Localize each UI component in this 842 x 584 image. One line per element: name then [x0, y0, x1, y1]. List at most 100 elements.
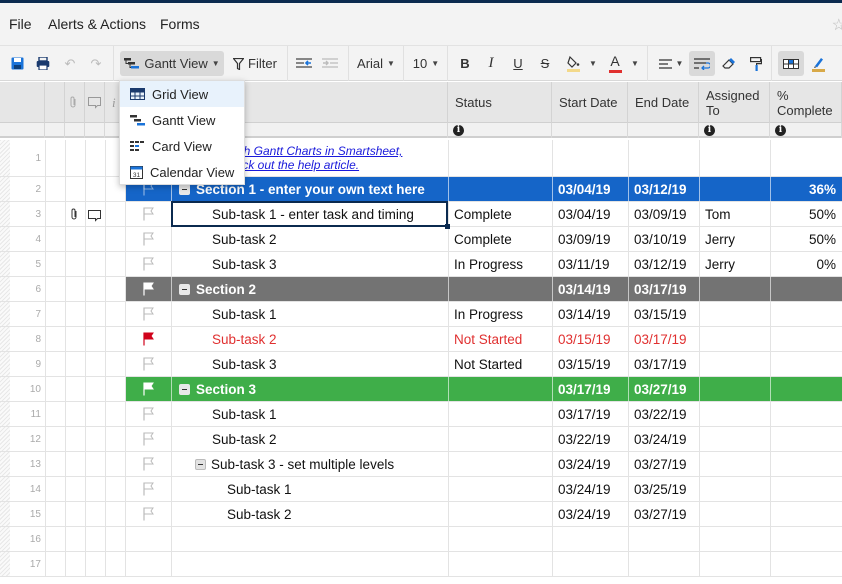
- start-date-cell[interactable]: 03/09/19: [552, 227, 628, 251]
- table-row[interactable]: 7 Sub-task 1 In Progress 03/14/19 03/15/19: [0, 302, 842, 327]
- align-button[interactable]: ▼: [656, 51, 686, 76]
- end-date-cell[interactable]: 03/10/19: [628, 227, 699, 251]
- percent-complete-cell[interactable]: 0%: [770, 252, 842, 276]
- row-drag-handle[interactable]: [0, 402, 10, 426]
- row-number[interactable]: 12: [10, 427, 44, 451]
- flag-icon[interactable]: [143, 482, 155, 496]
- row-number[interactable]: 17: [10, 552, 44, 576]
- row-drag-handle[interactable]: [0, 277, 10, 301]
- table-row[interactable]: 17: [0, 552, 842, 577]
- attachment-icon[interactable]: [70, 208, 78, 224]
- task-name-cell[interactable]: Sub-task 3: [171, 352, 448, 376]
- task-name-cell[interactable]: Sub-task 2: [171, 327, 448, 351]
- row-drag-handle[interactable]: [0, 352, 10, 376]
- collapse-toggle-icon[interactable]: [195, 458, 206, 470]
- comments-header[interactable]: [85, 82, 105, 123]
- view-menu-item-grid[interactable]: Grid View: [120, 81, 244, 107]
- underline-button[interactable]: U: [509, 51, 527, 76]
- clear-format-button[interactable]: [720, 51, 738, 76]
- assigned-to-header[interactable]: Assigned To: [699, 82, 770, 123]
- task-name-cell[interactable]: Sub-task 2: [171, 227, 448, 251]
- task-name-cell[interactable]: Sub-task 3: [171, 252, 448, 276]
- flag-icon[interactable]: [143, 407, 155, 421]
- table-row[interactable]: 13 Sub-task 3 - set multiple levels 03/24/…: [0, 452, 842, 477]
- status-cell[interactable]: In Progress: [448, 252, 552, 276]
- flag-icon[interactable]: [143, 457, 155, 471]
- bold-button[interactable]: B: [456, 51, 474, 76]
- row-number[interactable]: 15: [10, 502, 44, 526]
- undo-button[interactable]: ↶: [62, 51, 78, 76]
- start-date-cell[interactable]: 03/04/19: [552, 177, 628, 201]
- end-date-cell[interactable]: 03/27/19: [628, 502, 699, 526]
- filter-button[interactable]: Filter: [230, 51, 280, 76]
- text-color-button[interactable]: A: [605, 51, 625, 76]
- print-button[interactable]: [34, 51, 52, 76]
- selected-cell[interactable]: [171, 201, 450, 229]
- flag-icon[interactable]: [143, 232, 155, 246]
- flag-icon[interactable]: [143, 207, 155, 221]
- view-switcher-button[interactable]: Gantt View ▼: [120, 51, 224, 76]
- strikethrough-button[interactable]: S: [536, 51, 554, 76]
- end-date-cell[interactable]: 03/17/19: [628, 327, 699, 351]
- table-row[interactable]: 14 Sub-task 1 03/24/19 03/25/19: [0, 477, 842, 502]
- save-button[interactable]: [8, 51, 26, 76]
- row-number[interactable]: 8: [10, 327, 44, 351]
- table-row[interactable]: 6 Section 2 03/14/19 03/17/19: [0, 277, 842, 302]
- italic-button[interactable]: I: [482, 51, 500, 76]
- assigned-info-icon[interactable]: i: [704, 125, 715, 136]
- end-date-cell[interactable]: 03/17/19: [628, 352, 699, 376]
- row-drag-handle[interactable]: [0, 140, 10, 176]
- row-drag-handle[interactable]: [0, 477, 10, 501]
- percent-info-icon[interactable]: i: [775, 125, 786, 136]
- status-cell[interactable]: Complete: [448, 202, 552, 226]
- task-name-cell[interactable]: Sub-task 1: [171, 302, 448, 326]
- font-size-select[interactable]: 10 ▼: [410, 51, 442, 76]
- flag-icon[interactable]: [143, 307, 155, 321]
- status-info-icon[interactable]: i: [453, 125, 464, 136]
- end-date-cell[interactable]: 03/24/19: [628, 427, 699, 451]
- text-color-dropdown[interactable]: ▼: [629, 51, 641, 76]
- assigned-to-cell[interactable]: Tom: [699, 202, 770, 226]
- flag-icon[interactable]: [143, 382, 155, 396]
- table-row[interactable]: 4 Sub-task 2 Complete 03/09/19 03/10/19 Jerry…: [0, 227, 842, 252]
- start-date-cell[interactable]: 03/04/19: [552, 202, 628, 226]
- flag-icon[interactable]: [143, 257, 155, 271]
- attachments-header[interactable]: [65, 82, 85, 123]
- percent-complete-header[interactable]: % Complete: [770, 82, 842, 123]
- table-row[interactable]: 5 Sub-task 3 In Progress 03/11/19 03/12/19 Je…: [0, 252, 842, 277]
- indent-button[interactable]: [319, 51, 341, 76]
- row-number[interactable]: 16: [10, 527, 44, 551]
- font-family-select[interactable]: Arial ▼: [354, 51, 398, 76]
- flag-icon[interactable]: [143, 432, 155, 446]
- help-link-line2[interactable]: heck out the help article.: [229, 158, 359, 172]
- status-header[interactable]: Status: [448, 82, 552, 123]
- row-number[interactable]: 2: [10, 177, 44, 201]
- assigned-to-cell[interactable]: Jerry: [699, 252, 770, 276]
- row-number[interactable]: 4: [10, 227, 44, 251]
- end-date-cell[interactable]: 03/27/19: [628, 452, 699, 476]
- start-date-cell[interactable]: 03/15/19: [552, 327, 628, 351]
- help-link[interactable]: with Gantt Charts in Smartsheet, heck out…: [229, 140, 448, 176]
- row-number[interactable]: 14: [10, 477, 44, 501]
- menu-file[interactable]: File: [9, 16, 32, 32]
- start-date-header[interactable]: Start Date: [552, 82, 628, 123]
- status-cell[interactable]: Not Started: [448, 327, 552, 351]
- view-menu-item-calendar[interactable]: 31 Calendar View: [120, 159, 244, 185]
- flag-icon[interactable]: [143, 282, 155, 296]
- end-date-cell[interactable]: 03/12/19: [628, 252, 699, 276]
- format-painter-button[interactable]: [747, 51, 765, 76]
- outdent-button[interactable]: [293, 51, 315, 76]
- task-name-cell[interactable]: Section 2: [171, 277, 448, 301]
- start-date-cell[interactable]: 03/24/19: [552, 502, 628, 526]
- task-name-cell[interactable]: Sub-task 2: [171, 427, 448, 451]
- end-date-cell[interactable]: 03/25/19: [628, 477, 699, 501]
- end-date-cell[interactable]: 03/12/19: [628, 177, 699, 201]
- end-date-cell[interactable]: 03/17/19: [628, 277, 699, 301]
- row-drag-handle[interactable]: [0, 202, 10, 226]
- comment-icon[interactable]: [88, 209, 101, 225]
- table-row[interactable]: 9 Sub-task 3 Not Started 03/15/19 03/17/19: [0, 352, 842, 377]
- redo-button[interactable]: ↷: [88, 51, 104, 76]
- task-name-cell[interactable]: Sub-task 3 - set multiple levels: [171, 452, 448, 476]
- end-date-cell[interactable]: 03/15/19: [628, 302, 699, 326]
- table-row[interactable]: 15 Sub-task 2 03/24/19 03/27/19: [0, 502, 842, 527]
